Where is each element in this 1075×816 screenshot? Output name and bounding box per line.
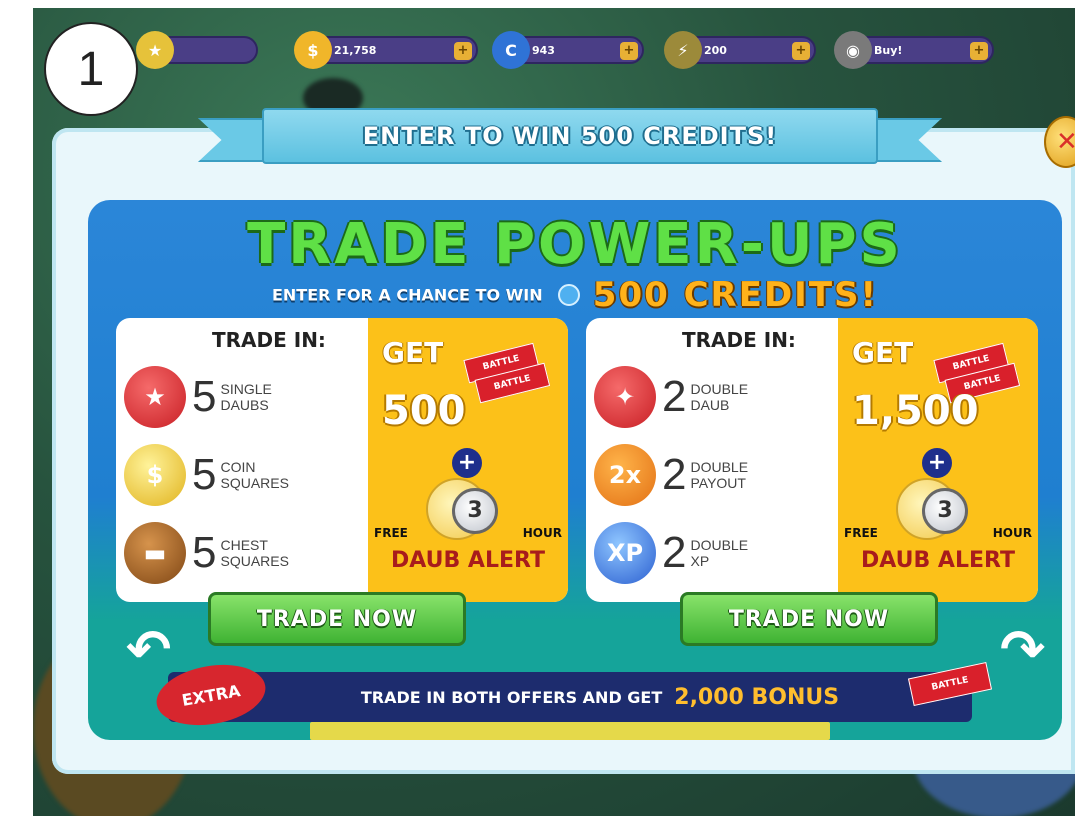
battle-ticket-icon: BATTLE BATTLE (463, 341, 551, 406)
coin-icon: $ (294, 31, 332, 69)
credit-icon: C (492, 31, 530, 69)
banner-ribbon: ENTER TO WIN 500 CREDITS! (198, 102, 942, 166)
banner-text: ENTER TO WIN 500 CREDITS! (262, 108, 878, 164)
offer-card-1: TRADE IN: ★ 5 SINGLE DAUBS $ 5 COIN SQUARE… (116, 318, 568, 602)
double-daub-icon: ✦ (594, 366, 656, 428)
offer-item: XP 2 DOUBLE XP (594, 516, 748, 590)
chest-square-icon: ▬ (124, 522, 186, 584)
daub-alert-label: DAUB ALERT (861, 548, 1015, 573)
free-label: FREE (844, 526, 878, 540)
hud-credits-value: 943 (532, 43, 555, 57)
get-label: GET (852, 336, 914, 369)
buy-plus-button[interactable]: + (970, 42, 988, 60)
trade-in-label: TRADE IN: (212, 328, 326, 352)
power-up-icon: ⚡ (664, 31, 702, 69)
hud-stars[interactable]: ★ (136, 31, 258, 69)
hud-coins[interactable]: $ 21,758 + (294, 31, 478, 69)
trade-now-button-2[interactable]: TRADE NOW (680, 592, 938, 646)
bonus-text: TRADE IN BOTH OFFERS AND GET (360, 687, 663, 707)
add-credits-button[interactable]: + (620, 42, 638, 60)
add-coins-button[interactable]: + (454, 42, 472, 60)
offer-item: ▬ 5 CHEST SQUARES (124, 516, 289, 590)
hour-label: HOUR (992, 526, 1032, 540)
curved-arrow-left-icon: ↶ (126, 618, 172, 681)
plus-icon: + (922, 448, 952, 478)
reward-amount: 1,500 (852, 388, 979, 434)
trade-now-button-1[interactable]: TRADE NOW (208, 592, 466, 646)
fine-print (310, 722, 830, 740)
double-payout-icon: 2x (594, 444, 656, 506)
offer-item: 2x 2 DOUBLE PAYOUT (594, 438, 748, 512)
reward-amount: 500 (382, 388, 466, 434)
bonus-bar: TRADE IN BOTH OFFERS AND GET 2,000 BONUS (168, 672, 972, 722)
coin-square-icon: $ (124, 444, 186, 506)
plus-icon: + (452, 448, 482, 478)
offer-item: ✦ 2 DOUBLE DAUB (594, 360, 748, 434)
add-powerups-button[interactable]: + (792, 42, 810, 60)
subtitle-big: 500 CREDITS! (592, 275, 879, 315)
hour-label: HOUR (522, 526, 562, 540)
get-label: GET (382, 336, 444, 369)
free-label: FREE (374, 526, 408, 540)
reward-area: GET BATTLE BATTLE 500 + 3 FREE HOUR DAUB… (368, 318, 568, 602)
bonus-amount: 2,000 BONUS (674, 684, 840, 710)
close-icon: ✕ (1056, 127, 1075, 157)
clock-icon: 3 (452, 488, 498, 534)
offer-item: ★ 5 SINGLE DAUBS (124, 360, 272, 434)
credit-chip-icon (557, 284, 580, 306)
trade-in-label: TRADE IN: (682, 328, 796, 352)
offer-card-2: TRADE IN: ✦ 2 DOUBLE DAUB 2x 2 DOUBLE PAYO… (586, 318, 1038, 602)
star-daub-icon: ★ (124, 366, 186, 428)
subtitle-small: ENTER FOR A CHANCE TO WIN (271, 285, 543, 305)
clock-icon: 3 (922, 488, 968, 534)
double-xp-icon: XP (594, 522, 656, 584)
hud-credits[interactable]: C 943 + (492, 31, 644, 69)
hud-buy-label: Buy! (874, 43, 903, 57)
curved-arrow-right-icon: ↷ (1000, 618, 1046, 681)
daub-alert-label: DAUB ALERT (391, 548, 545, 573)
globe-icon: ◉ (834, 31, 872, 69)
reward-area: GET BATTLE BATTLE 1,500 + 3 FREE HOUR DA… (838, 318, 1038, 602)
star-icon: ★ (136, 31, 174, 69)
step-number-badge: 1 (44, 22, 138, 116)
hud-powerups[interactable]: ⚡ 200 + (664, 31, 816, 69)
hud-buy[interactable]: ◉ Buy! + (834, 31, 994, 69)
offer-item: $ 5 COIN SQUARES (124, 438, 289, 512)
hud-powerups-value: 200 (704, 43, 727, 57)
hud-coins-value: 21,758 (334, 43, 377, 57)
page-title: TRADE POWER-UPS (247, 212, 903, 277)
subtitle: ENTER FOR A CHANCE TO WIN 500 CREDITS! (88, 275, 1062, 315)
